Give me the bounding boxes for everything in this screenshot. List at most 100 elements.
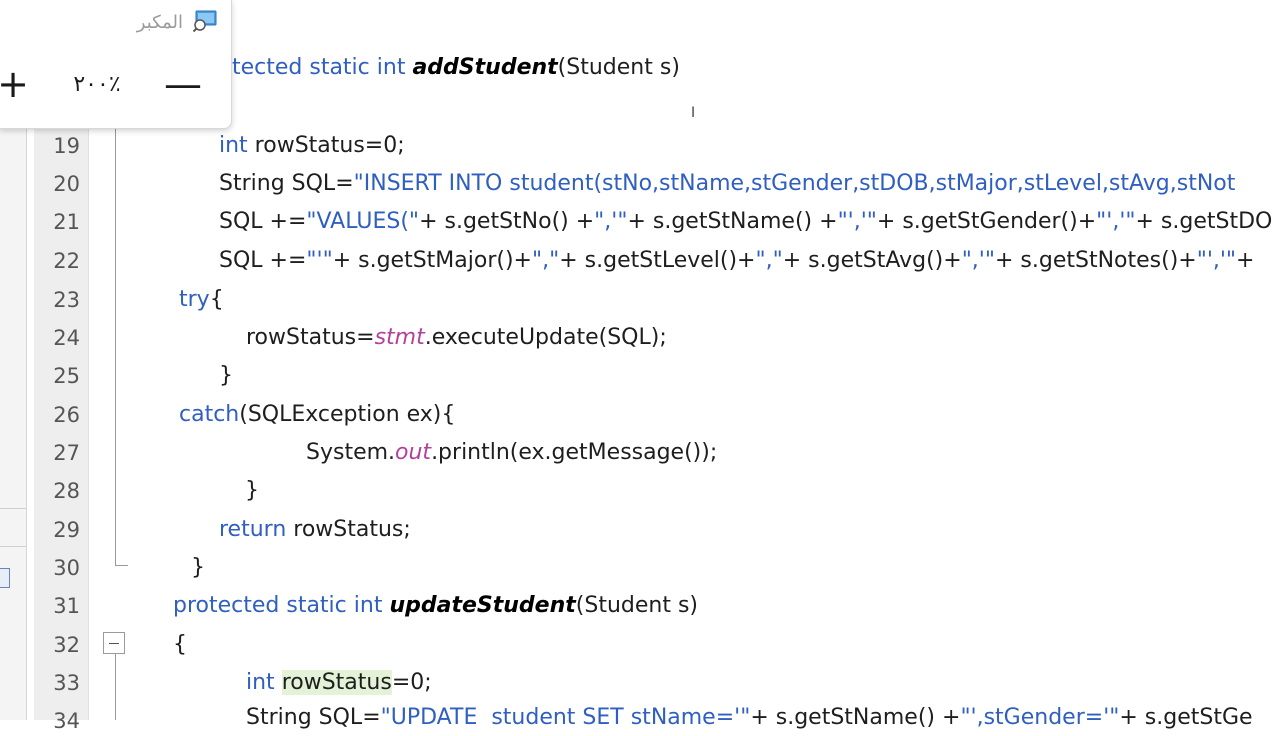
line-number: 34 <box>53 709 80 733</box>
line-number: 27 <box>53 441 80 465</box>
code-text: SQL += <box>219 209 307 234</box>
code-text: } <box>191 555 205 580</box>
code-text: + s.getStGender()+ <box>876 209 1097 234</box>
code-line-29[interactable]: return rowStatus; <box>219 515 411 545</box>
string-literal: "," <box>531 248 560 273</box>
code-text: + <box>1236 248 1255 273</box>
field-reference: stmt <box>374 325 425 350</box>
line-number: 20 <box>53 172 80 196</box>
code-text: { <box>209 287 224 312</box>
fold-guide <box>115 654 116 720</box>
code-text: + s.getStNotes()+ <box>994 248 1197 273</box>
line-number: 28 <box>53 479 80 503</box>
code-line-30[interactable]: } <box>191 553 205 583</box>
code-line-25[interactable]: } <box>219 361 233 391</box>
line-number: 33 <box>53 671 80 695</box>
panel-divider <box>0 508 26 509</box>
string-literal: "','" <box>1096 209 1136 234</box>
code-text: } <box>219 363 233 388</box>
code-text: + s.getStLevel()+ <box>559 248 756 273</box>
code-text: rowStatus=0; <box>247 133 405 158</box>
line-number: 23 <box>53 288 80 312</box>
code-text: (SQLException ex){ <box>239 402 456 427</box>
code-text: =0; <box>391 670 432 695</box>
code-text: + s.getStNo() + <box>419 209 595 234</box>
code-text: + s.getStAvg()+ <box>782 248 962 273</box>
keyword: return <box>219 517 287 542</box>
string-literal: "INSERT INTO student(stNo,stName,stGende… <box>353 171 1236 196</box>
line-number: 29 <box>53 518 80 542</box>
code-line-34[interactable]: String SQL="UPDATE student SET stName='"… <box>246 703 1253 733</box>
window-icon[interactable] <box>0 568 10 588</box>
line-number: 30 <box>53 556 80 580</box>
code-line-20[interactable]: String SQL="INSERT INTO student(stNo,stN… <box>219 169 1235 199</box>
method-params: (Student s) <box>557 55 680 80</box>
code-line-32[interactable]: { <box>173 630 187 660</box>
zoom-in-button[interactable]: + <box>0 62 35 106</box>
line-number: 25 <box>53 364 80 388</box>
keyword: protected static int <box>173 593 383 618</box>
code-line-21[interactable]: SQL +="VALUES("+ s.getStNo() +",'"+ s.ge… <box>219 207 1272 237</box>
fold-toggle-button[interactable] <box>103 632 125 654</box>
string-literal: ",'" <box>961 248 995 273</box>
code-text: rowStatus= <box>246 325 375 350</box>
zoom-level-readout: ٢٠٠٪ <box>73 72 121 97</box>
code-text: } <box>245 478 259 503</box>
text-cursor-icon: I <box>691 105 696 121</box>
code-text: + s.getStMajor()+ <box>332 248 532 273</box>
line-number: 31 <box>53 594 80 618</box>
code-text: + s.getStName() + <box>750 705 961 730</box>
code-text: + s.getStDO <box>1135 209 1273 234</box>
code-line-31[interactable]: protected static int updateStudent(Stude… <box>173 591 698 621</box>
code-line-22[interactable]: SQL +="'"+ s.getStMajor()+","+ s.getStLe… <box>219 246 1254 276</box>
code-line-24[interactable]: rowStatus=stmt.executeUpdate(SQL); <box>246 323 667 353</box>
method-params: (Student s) <box>575 593 698 618</box>
line-number: 22 <box>53 249 80 273</box>
line-number: 32 <box>53 633 80 657</box>
code-line-19[interactable]: int rowStatus=0; <box>219 131 405 161</box>
code-text: + s.getStName() + <box>627 209 838 234</box>
zoom-out-button[interactable]: — <box>161 62 205 106</box>
method-name: updateStudent <box>389 593 576 618</box>
code-text: .println(ex.getMessage()); <box>431 440 718 465</box>
magnifier-icon <box>193 10 217 32</box>
code-text: String SQL= <box>246 705 381 730</box>
string-literal: "',stGender='" <box>960 705 1120 730</box>
keyword: catch <box>179 402 240 427</box>
code-text: System. <box>306 440 396 465</box>
highlighted-variable: rowStatus <box>281 670 392 695</box>
string-literal: "','" <box>1196 248 1237 273</box>
string-literal: "','" <box>837 209 877 234</box>
method-name: addStudent <box>412 55 558 80</box>
code-text: rowStatus; <box>286 517 411 542</box>
code-text: String SQL= <box>219 171 354 196</box>
field-reference: out <box>395 440 432 465</box>
keyword: int <box>246 670 275 695</box>
magnifier-title: المكبر <box>136 12 183 33</box>
panel-divider <box>0 546 26 547</box>
code-line-27[interactable]: System.out.println(ex.getMessage()); <box>306 438 717 468</box>
line-number: 24 <box>53 326 80 350</box>
code-line-33[interactable]: int rowStatus=0; <box>246 668 432 698</box>
line-number: 21 <box>53 210 80 234</box>
string-literal: "VALUES(" <box>306 209 420 234</box>
code-text: SQL += <box>219 248 307 273</box>
code-text: .executeUpdate(SQL); <box>424 325 667 350</box>
fold-guide-end <box>115 565 128 566</box>
string-literal: "," <box>755 248 783 273</box>
string-literal: "'" <box>306 248 333 273</box>
line-number: 26 <box>53 403 80 427</box>
fold-guide <box>115 120 116 565</box>
code-text: + s.getStGe <box>1119 705 1253 730</box>
code-line-26[interactable]: catch(SQLException ex){ <box>179 400 455 430</box>
code-line-23[interactable]: try{ <box>179 285 224 315</box>
string-literal: "UPDATE student SET stName='" <box>380 705 751 730</box>
keyword: int <box>219 133 248 158</box>
code-line-28[interactable]: } <box>245 476 259 506</box>
string-literal: ",'" <box>594 209 628 234</box>
keyword: try <box>179 287 210 312</box>
code-line-18[interactable]: protected static int addStudent(Student … <box>196 53 680 83</box>
line-number: 19 <box>53 134 80 158</box>
code-text: { <box>173 632 187 657</box>
magnifier-window: المكبر + ٢٠٠٪ — <box>0 0 232 129</box>
